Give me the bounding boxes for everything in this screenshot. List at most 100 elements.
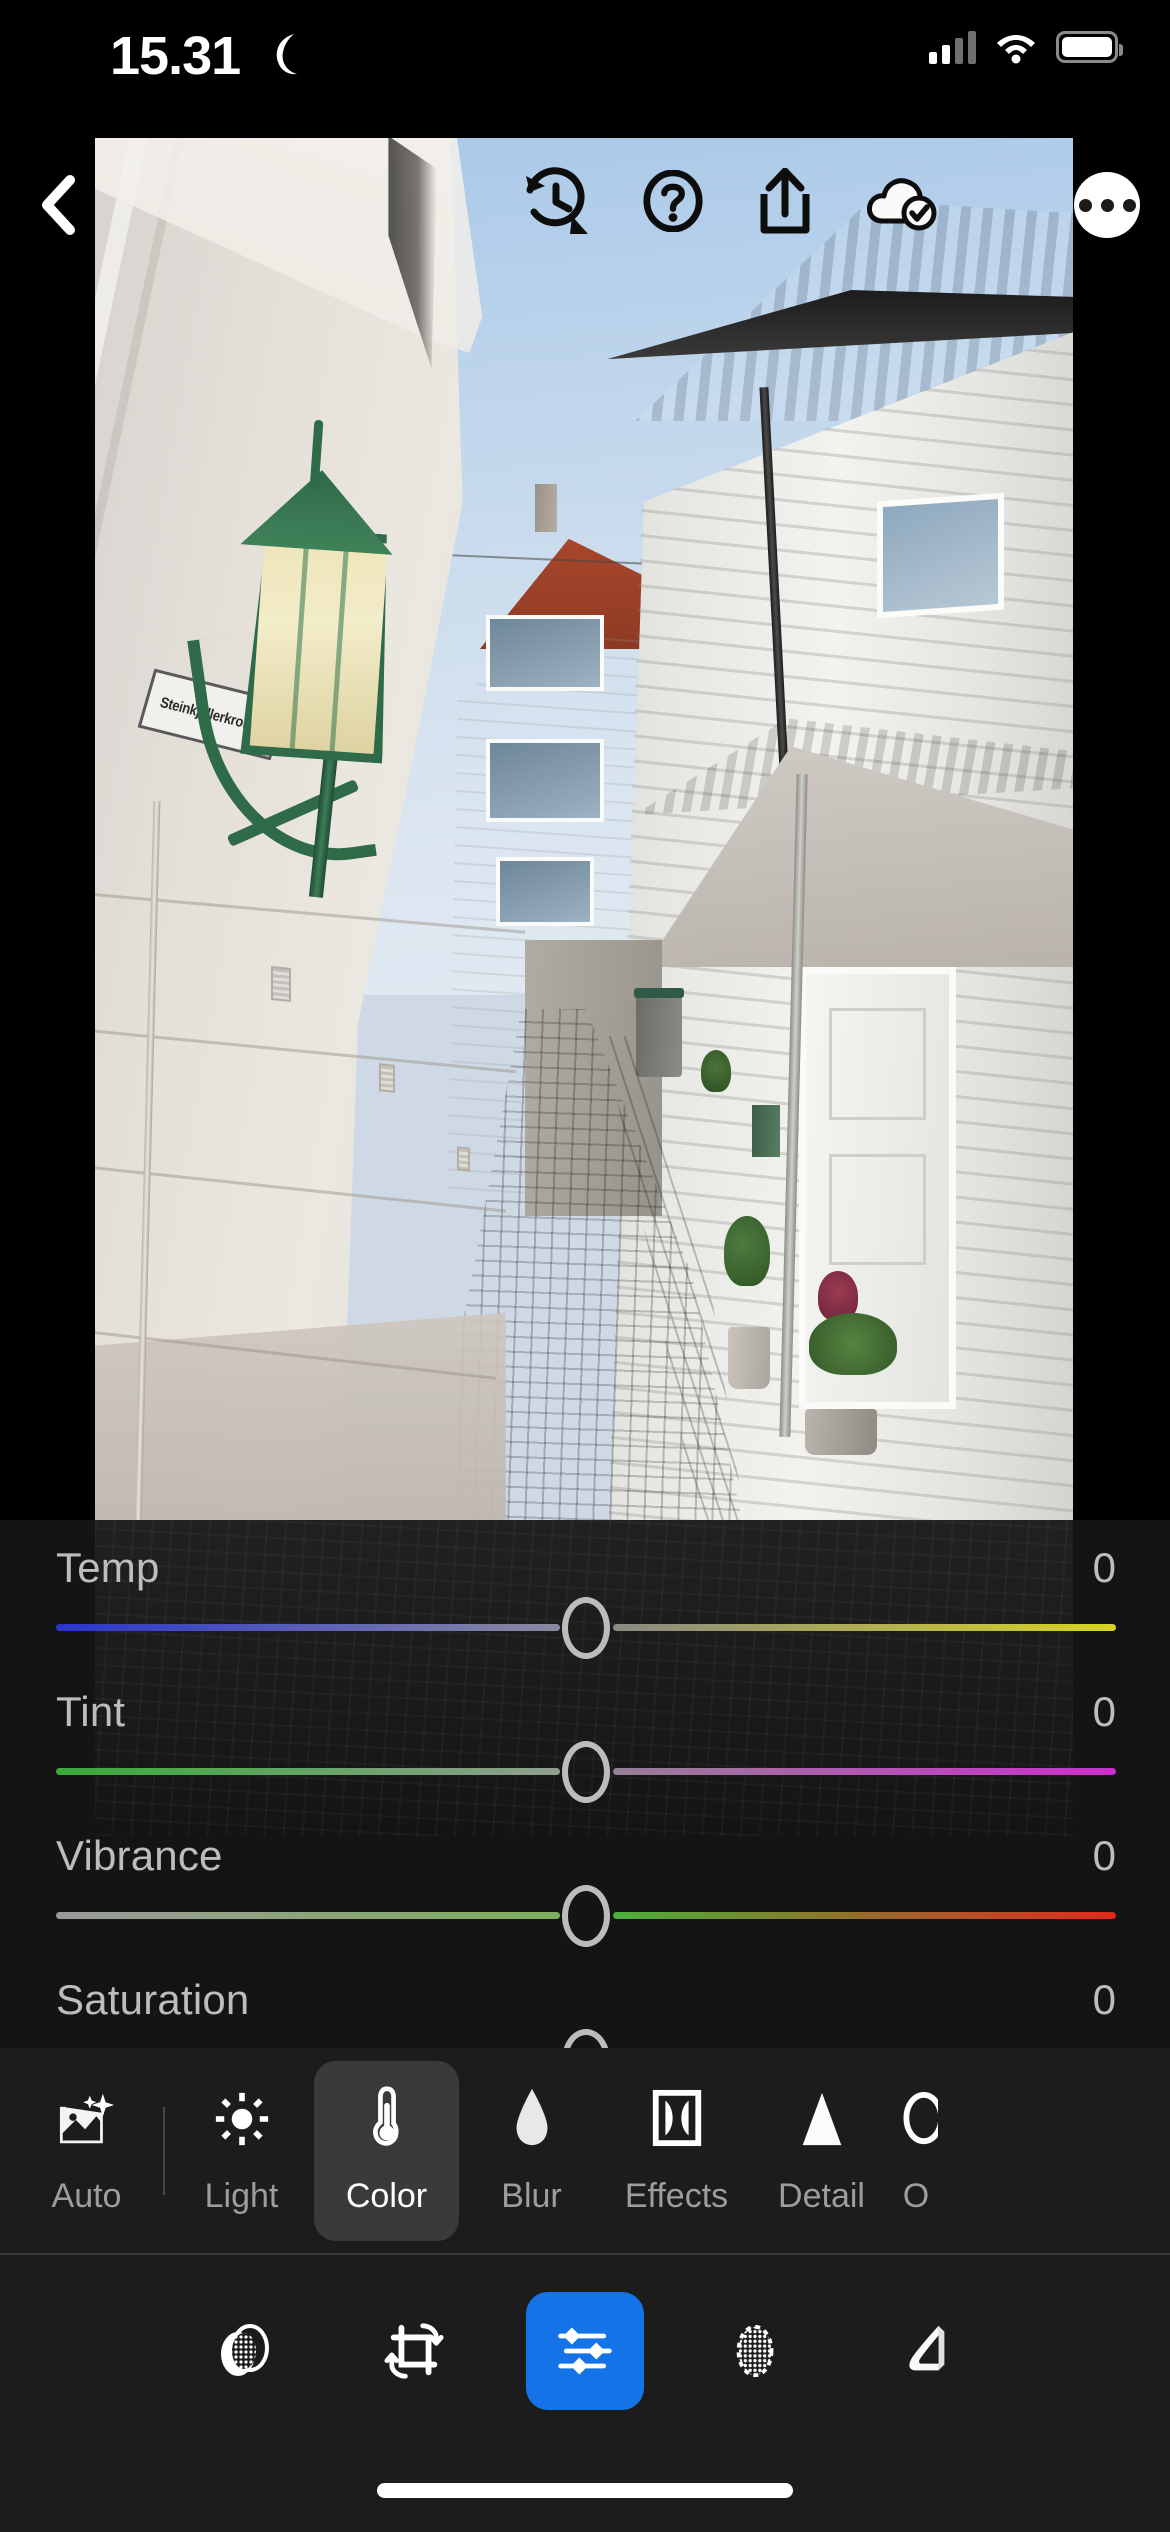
back-button[interactable] <box>22 170 92 240</box>
tab-optics-label: O <box>902 2177 930 2215</box>
tint-value: 0 <box>1092 1688 1116 1735</box>
street-lantern <box>186 401 457 899</box>
healing-brush-icon <box>909 2325 945 2371</box>
temp-label: Temp <box>56 1544 160 1591</box>
vibrance-value: 0 <box>1092 1832 1116 1879</box>
slider-row-temp: Temp 0 <box>0 1520 1170 1664</box>
wall-vent <box>456 1146 470 1172</box>
tool-divider <box>163 2106 165 2195</box>
wifi-icon <box>994 30 1038 64</box>
wall-vent <box>271 966 292 1003</box>
cloud-check-icon <box>867 178 937 231</box>
nav-crop[interactable] <box>356 2292 474 2410</box>
bottom-navigation <box>0 2253 1170 2532</box>
auto-enhance-icon <box>59 2085 115 2147</box>
flower-pot <box>727 1326 770 1389</box>
tab-auto[interactable]: Auto <box>14 2061 159 2241</box>
color-adjustments-panel: Temp 0 Tint 0 Vibrance 0 Saturation 0 <box>0 1520 1170 2048</box>
tab-effects-label: Effects <box>624 2177 729 2215</box>
chimney <box>535 483 558 532</box>
tab-color[interactable]: Color <box>314 2060 459 2241</box>
optics-icon <box>894 2085 938 2147</box>
tint-label: Tint <box>56 1688 126 1735</box>
tab-auto-label: Auto <box>51 2177 122 2215</box>
tint-track-left <box>56 1768 560 1775</box>
cloud-sync-button[interactable] <box>866 171 940 231</box>
tab-blur[interactable]: Blur <box>459 2061 604 2241</box>
temp-slider[interactable] <box>56 1597 1116 1659</box>
tab-blur-label: Blur <box>501 2177 562 2215</box>
photo-editor-screen: 15.31 Steinkjellerkroken Temp 0 Tint 0 V… <box>0 0 1170 2532</box>
saturation-value: 0 <box>1092 1976 1116 2023</box>
slider-row-tint: Tint 0 <box>0 1664 1170 1808</box>
chevron-left-icon <box>42 175 75 235</box>
crescent-moon-icon <box>264 30 304 78</box>
slider-row-vibrance: Vibrance 0 <box>0 1808 1170 1952</box>
nav-masking[interactable] <box>696 2292 814 2410</box>
edit-tool-tabs: Auto Light Color Blur Effects Detail O <box>0 2048 1170 2253</box>
question-mark-circle-icon <box>643 170 703 232</box>
more-options-button[interactable] <box>1074 172 1140 238</box>
ellipsis-dot <box>1100 198 1114 212</box>
tint-slider-handle[interactable] <box>562 1741 610 1803</box>
tint-track-right <box>612 1768 1116 1775</box>
home-indicator <box>377 2483 793 2498</box>
edited-photo: Steinkjellerkroken <box>95 138 1073 1520</box>
tab-detail[interactable]: Detail <box>749 2061 894 2241</box>
saturation-slider-handle[interactable] <box>562 2029 610 2048</box>
triangle-icon <box>798 2085 846 2147</box>
temp-slider-handle[interactable] <box>562 1597 610 1659</box>
temp-value: 0 <box>1092 1544 1116 1591</box>
wall-box <box>751 1105 780 1158</box>
vibrance-slider-handle[interactable] <box>562 1885 610 1947</box>
tab-light[interactable]: Light <box>169 2061 314 2241</box>
status-bar-time: 15.31 <box>110 26 241 86</box>
background-window <box>486 614 604 691</box>
nav-presets[interactable] <box>186 2292 304 2410</box>
masking-ellipse-icon <box>736 2324 774 2378</box>
share-export-icon <box>760 168 810 234</box>
toolbar-actions <box>520 164 940 238</box>
photo-canvas[interactable]: Steinkjellerkroken <box>95 138 1073 1520</box>
temp-track-right <box>612 1624 1116 1631</box>
tab-optics[interactable]: O <box>894 2061 938 2241</box>
tab-effects[interactable]: Effects <box>604 2061 749 2241</box>
water-drop-icon <box>510 2085 554 2147</box>
tab-color-label: Color <box>345 2177 428 2215</box>
vibrance-label: Vibrance <box>56 1832 223 1879</box>
saturation-label: Saturation <box>56 1976 250 2023</box>
lantern-glass <box>241 525 399 763</box>
ellipsis-dot <box>1078 198 1092 212</box>
status-bar: 15.31 <box>0 0 1170 137</box>
plant <box>700 1050 731 1093</box>
share-button[interactable] <box>756 168 814 234</box>
ellipsis-dot <box>1122 198 1136 212</box>
nav-edit[interactable] <box>526 2292 644 2410</box>
background-window <box>495 856 594 926</box>
waste-bin <box>633 987 684 1077</box>
gable-window <box>877 492 1005 620</box>
version-history-button[interactable] <box>520 164 590 238</box>
tab-light-label: Light <box>204 2177 279 2215</box>
sun-icon <box>214 2085 270 2147</box>
vibrance-track-left <box>56 1912 560 1919</box>
plant <box>808 1312 897 1375</box>
sliders-icon <box>558 2327 612 2375</box>
status-bar-indicators <box>929 30 1123 64</box>
tint-slider[interactable] <box>56 1741 1116 1803</box>
vibrance-slider[interactable] <box>56 1885 1116 1947</box>
effects-frame-icon <box>651 2085 703 2147</box>
thermometer-icon <box>364 2085 410 2147</box>
slider-row-saturation: Saturation 0 <box>0 1952 1170 2048</box>
help-button[interactable] <box>642 170 704 232</box>
background-window <box>486 739 604 823</box>
vibrance-track-right <box>612 1912 1116 1919</box>
plant <box>723 1215 770 1286</box>
wall-vent <box>378 1063 395 1093</box>
tab-detail-label: Detail <box>778 2177 865 2215</box>
temp-track-left <box>56 1624 560 1631</box>
lantern-cap <box>241 465 399 555</box>
presets-circles-icon <box>221 2324 269 2376</box>
clock-rewind-icon <box>526 167 588 234</box>
nav-healing[interactable] <box>866 2292 984 2410</box>
